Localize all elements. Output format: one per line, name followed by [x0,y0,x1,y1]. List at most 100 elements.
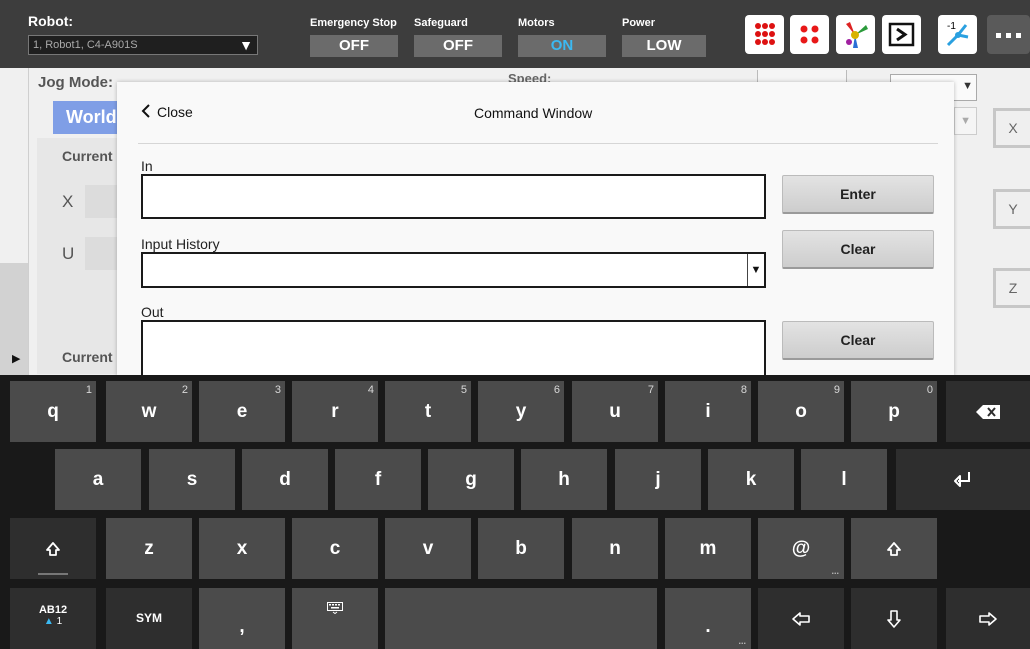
key-shift-right[interactable] [851,518,937,579]
key-d[interactable]: d [242,449,328,510]
key-y[interactable]: y6 [478,381,564,442]
jog-x-button[interactable]: X [993,108,1030,148]
key-v[interactable]: v [385,518,471,579]
key-label: u [609,401,621,422]
key-hint: 7 [647,384,654,396]
robot-jog-icon [846,22,868,48]
key-label: @ [791,538,811,559]
key-c[interactable]: c [292,518,378,579]
jog-z-button[interactable]: Z [993,268,1030,308]
key-x[interactable]: x [199,518,285,579]
dropdown-arrow-icon: ▼ [962,80,973,92]
command-window-button[interactable] [882,15,921,54]
key-g[interactable]: g [428,449,514,510]
mode-key-sub: ▲ 1 [10,616,96,627]
io-monitor-button[interactable] [745,15,784,54]
robot-select[interactable]: 1, Robot1, C4-A901S ▼ [28,35,258,55]
power-label: Power [622,17,656,29]
robot-manager-button[interactable]: -1 [938,15,977,54]
close-label: Close [157,104,193,120]
key-hint: 5 [460,384,467,396]
command-input[interactable] [141,174,766,219]
power-status: LOW [622,35,706,57]
shift-icon [887,542,901,556]
key-p[interactable]: p0 [851,381,937,442]
mode-key-sub-value: 1 [56,616,63,627]
more-menu-button[interactable] [987,15,1030,54]
key-f[interactable]: f [335,449,421,510]
key-arrow-left[interactable] [758,588,844,649]
key-period[interactable]: .... [665,588,751,649]
key-s[interactable]: s [149,449,235,510]
expand-arrow-icon[interactable]: ▶ [12,352,20,365]
more-menu-icon [996,33,1021,38]
close-button[interactable]: Close [141,104,193,120]
arrow-left-icon [792,612,810,626]
key-space[interactable] [385,588,657,649]
output-area[interactable] [141,320,766,376]
motors-status: ON [518,35,606,57]
key-o[interactable]: o9 [758,381,844,442]
key-l[interactable]: l [801,449,887,510]
key-i[interactable]: i8 [665,381,751,442]
key-label: i [705,401,711,422]
input-history-label: Input History [141,236,220,252]
key-hint: 2 [181,384,188,396]
key-k[interactable]: k [708,449,794,510]
key-label: t [424,401,432,422]
world-mode-button[interactable]: World [53,101,123,134]
key-comma[interactable]: , [199,588,285,649]
dropdown-arrow-icon: ▼ [960,115,971,127]
key-q[interactable]: q1 [10,381,96,442]
key-w[interactable]: w2 [106,381,192,442]
key-label: y [515,401,527,422]
u-coordinate-label: U [62,244,75,263]
enter-button[interactable]: Enter [782,175,934,214]
key-enter[interactable] [896,449,1030,510]
clear-output-button[interactable]: Clear [782,321,934,360]
key-keyboard-settings[interactable] [292,588,378,649]
key-label: q [47,401,59,422]
secondary-select[interactable]: ▼ [954,107,977,135]
svg-text:-1: -1 [947,21,956,32]
current-joint-label: Current [62,349,113,365]
dropdown-arrow-icon: ▼ [747,254,764,286]
key-mode-switch[interactable]: AB12 ▲ 1 [10,588,96,649]
key-m[interactable]: m [665,518,751,579]
key-shift-left[interactable] [10,518,96,579]
clear-history-button[interactable]: Clear [782,230,934,269]
key-n[interactable]: n [572,518,658,579]
key-a[interactable]: a [55,449,141,510]
io-status-button[interactable] [790,15,829,54]
more-dots-icon: ... [831,566,839,576]
x-coordinate-field [85,185,117,218]
key-t[interactable]: t5 [385,381,471,442]
motors-label: Motors [518,17,555,29]
key-at[interactable]: @... [758,518,844,579]
key-j[interactable]: j [615,449,701,510]
key-arrow-down[interactable] [851,588,937,649]
key-z[interactable]: z [106,518,192,579]
robot-jog-button[interactable] [836,15,875,54]
key-u[interactable]: u7 [572,381,658,442]
backspace-icon [976,404,1000,419]
out-label: Out [141,304,164,320]
in-label: In [141,158,153,174]
key-hint: 4 [367,384,374,396]
jog-y-button[interactable]: Y [993,189,1030,229]
key-backspace[interactable] [946,381,1030,442]
key-b[interactable]: b [478,518,564,579]
io-monitor-icon [755,23,775,45]
robot-select-value: 1, Robot1, C4-A901S [33,39,138,51]
key-sym[interactable]: SYM [106,588,192,649]
key-e[interactable]: e3 [199,381,285,442]
key-r[interactable]: r4 [292,381,378,442]
key-arrow-right[interactable] [946,588,1030,649]
input-history-select[interactable]: ▼ [141,252,766,288]
key-label: w [141,401,157,422]
emergency-stop-status: OFF [310,35,398,57]
key-label: r [331,401,339,422]
emergency-stop-label: Emergency Stop [310,17,397,29]
key-h[interactable]: h [521,449,607,510]
shift-indicator [38,573,68,575]
